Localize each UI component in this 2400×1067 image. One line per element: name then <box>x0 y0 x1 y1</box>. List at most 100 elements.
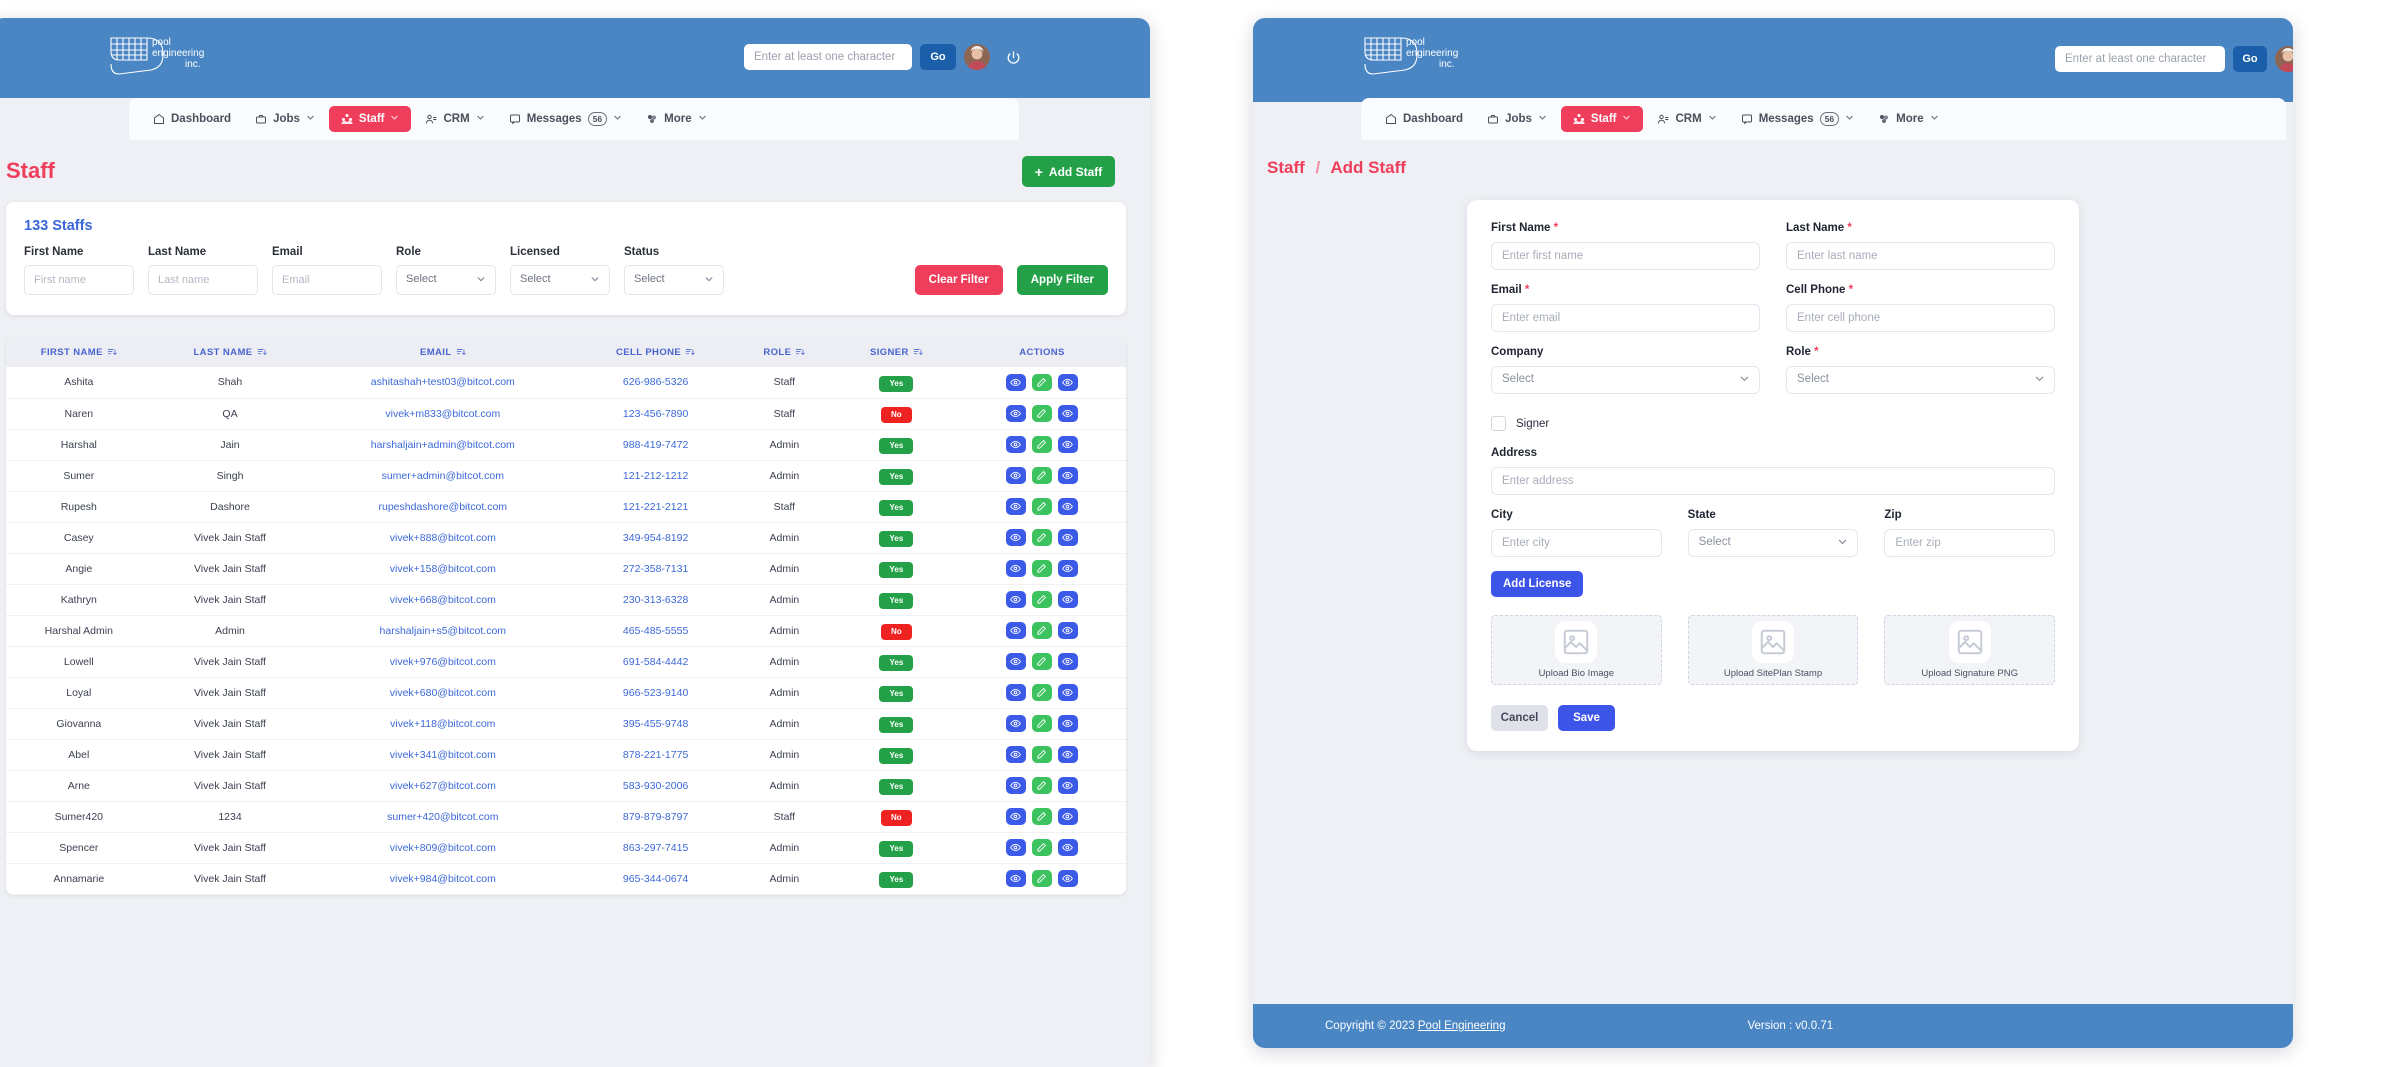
view-button[interactable] <box>1006 529 1026 546</box>
edit-button[interactable] <box>1032 591 1052 608</box>
edit-button[interactable] <box>1032 808 1052 825</box>
view-more-button[interactable] <box>1058 467 1078 484</box>
view-more-button[interactable] <box>1058 405 1078 422</box>
edit-button[interactable] <box>1032 746 1052 763</box>
cell-cell-phone[interactable]: 272-358-7131 <box>577 553 734 584</box>
cell-cell-phone[interactable]: 121-212-1212 <box>577 460 734 491</box>
view-button[interactable] <box>1006 405 1026 422</box>
table-column-header-first-name[interactable]: FIRST NAME <box>6 337 152 367</box>
edit-button[interactable] <box>1032 622 1052 639</box>
view-more-button[interactable] <box>1058 777 1078 794</box>
last-name-input[interactable] <box>1786 242 2055 270</box>
email-input[interactable] <box>1491 304 1760 332</box>
cancel-button[interactable]: Cancel <box>1491 705 1548 731</box>
sort-icon[interactable] <box>253 347 267 358</box>
cell-email[interactable]: harshaljain+s5@bitcot.com <box>308 615 577 646</box>
edit-button[interactable] <box>1032 653 1052 670</box>
sort-icon[interactable] <box>909 347 923 358</box>
cell-cell-phone[interactable]: 878-221-1775 <box>577 739 734 770</box>
sort-icon[interactable] <box>103 347 117 358</box>
filter-first-name-input[interactable] <box>24 265 134 295</box>
zip-input[interactable] <box>1884 529 2055 557</box>
search-input[interactable] <box>744 44 912 70</box>
view-button[interactable] <box>1006 374 1026 391</box>
cell-email[interactable]: vivek+984@bitcot.com <box>308 863 577 894</box>
view-button[interactable] <box>1006 653 1026 670</box>
view-more-button[interactable] <box>1058 622 1078 639</box>
add-license-button[interactable]: Add License <box>1491 571 1583 597</box>
cell-cell-phone[interactable]: 230-313-6328 <box>577 584 734 615</box>
cell-email[interactable]: vivek+888@bitcot.com <box>308 522 577 553</box>
cell-cell-phone[interactable]: 988-419-7472 <box>577 429 734 460</box>
avatar[interactable] <box>964 44 990 70</box>
cell-email[interactable]: sumer+admin@bitcot.com <box>308 460 577 491</box>
search-go-button-right[interactable]: Go <box>2233 46 2267 72</box>
edit-button[interactable] <box>1032 560 1052 577</box>
table-column-header-cell-phone[interactable]: CELL PHONE <box>577 337 734 367</box>
edit-button[interactable] <box>1032 405 1052 422</box>
cell-email[interactable]: vivek+668@bitcot.com <box>308 584 577 615</box>
address-input[interactable] <box>1491 467 2055 495</box>
view-more-button[interactable] <box>1058 374 1078 391</box>
cell-email[interactable]: vivek+341@bitcot.com <box>308 739 577 770</box>
cell-email[interactable]: ashitashah+test03@bitcot.com <box>308 367 577 398</box>
sort-icon[interactable] <box>791 347 805 358</box>
nav-item-staff-right[interactable]: Staff <box>1561 106 1644 132</box>
filter-licensed-select[interactable]: Select <box>510 265 610 295</box>
view-button[interactable] <box>1006 622 1026 639</box>
edit-button[interactable] <box>1032 684 1052 701</box>
cell-email[interactable]: sumer+420@bitcot.com <box>308 801 577 832</box>
nav-item-jobs-right[interactable]: Jobs <box>1477 106 1557 132</box>
edit-button[interactable] <box>1032 777 1052 794</box>
view-button[interactable] <box>1006 777 1026 794</box>
nav-item-more-right[interactable]: More <box>1868 106 1948 132</box>
upload-upload-signature-png[interactable]: Upload Signature PNG <box>1884 615 2055 685</box>
edit-button[interactable] <box>1032 529 1052 546</box>
view-button[interactable] <box>1006 560 1026 577</box>
nav-item-more[interactable]: More <box>636 106 716 132</box>
filter-role-select[interactable]: Select <box>396 265 496 295</box>
table-column-header-role[interactable]: ROLE <box>734 337 835 367</box>
cell-cell-phone[interactable]: 966-523-9140 <box>577 677 734 708</box>
view-more-button[interactable] <box>1058 684 1078 701</box>
cell-cell-phone[interactable]: 965-344-0674 <box>577 863 734 894</box>
edit-button[interactable] <box>1032 498 1052 515</box>
table-column-header-last-name[interactable]: LAST NAME <box>152 337 309 367</box>
cell-cell-phone[interactable]: 123-456-7890 <box>577 398 734 429</box>
view-more-button[interactable] <box>1058 436 1078 453</box>
filter-last-name-input[interactable] <box>148 265 258 295</box>
avatar-right[interactable] <box>2275 46 2293 72</box>
cell-email[interactable]: rupeshdashore@bitcot.com <box>308 491 577 522</box>
view-more-button[interactable] <box>1058 653 1078 670</box>
view-button[interactable] <box>1006 498 1026 515</box>
pool-engineering-link[interactable]: Pool Engineering <box>1418 1020 1506 1032</box>
cell-cell-phone[interactable]: 879-879-8797 <box>577 801 734 832</box>
table-column-header-signer[interactable]: SIGNER <box>835 337 958 367</box>
save-button[interactable]: Save <box>1558 705 1615 731</box>
edit-button[interactable] <box>1032 374 1052 391</box>
nav-item-crm[interactable]: CRM <box>415 106 494 132</box>
nav-item-jobs[interactable]: Jobs <box>245 106 325 132</box>
cell-email[interactable]: vivek+627@bitcot.com <box>308 770 577 801</box>
view-button[interactable] <box>1006 870 1026 887</box>
nav-item-dashboard[interactable]: Dashboard <box>143 106 241 132</box>
nav-item-messages-right[interactable]: Messages 56 <box>1731 105 1864 133</box>
filter-status-select[interactable]: Select <box>624 265 724 295</box>
cell-phone-input[interactable] <box>1786 304 2055 332</box>
cell-cell-phone[interactable]: 691-584-4442 <box>577 646 734 677</box>
sort-icon[interactable] <box>452 347 466 358</box>
cell-cell-phone[interactable]: 583-930-2006 <box>577 770 734 801</box>
sort-icon[interactable] <box>681 347 695 358</box>
search-go-button[interactable]: Go <box>920 44 956 70</box>
edit-button[interactable] <box>1032 839 1052 856</box>
cell-email[interactable]: vivek+680@bitcot.com <box>308 677 577 708</box>
state-select[interactable]: Select <box>1688 529 1859 557</box>
nav-item-messages[interactable]: Messages 56 <box>499 105 632 133</box>
nav-item-dashboard-right[interactable]: Dashboard <box>1375 106 1473 132</box>
edit-button[interactable] <box>1032 870 1052 887</box>
cell-cell-phone[interactable]: 395-455-9748 <box>577 708 734 739</box>
view-button[interactable] <box>1006 684 1026 701</box>
view-button[interactable] <box>1006 839 1026 856</box>
cell-email[interactable]: vivek+976@bitcot.com <box>308 646 577 677</box>
edit-button[interactable] <box>1032 715 1052 732</box>
